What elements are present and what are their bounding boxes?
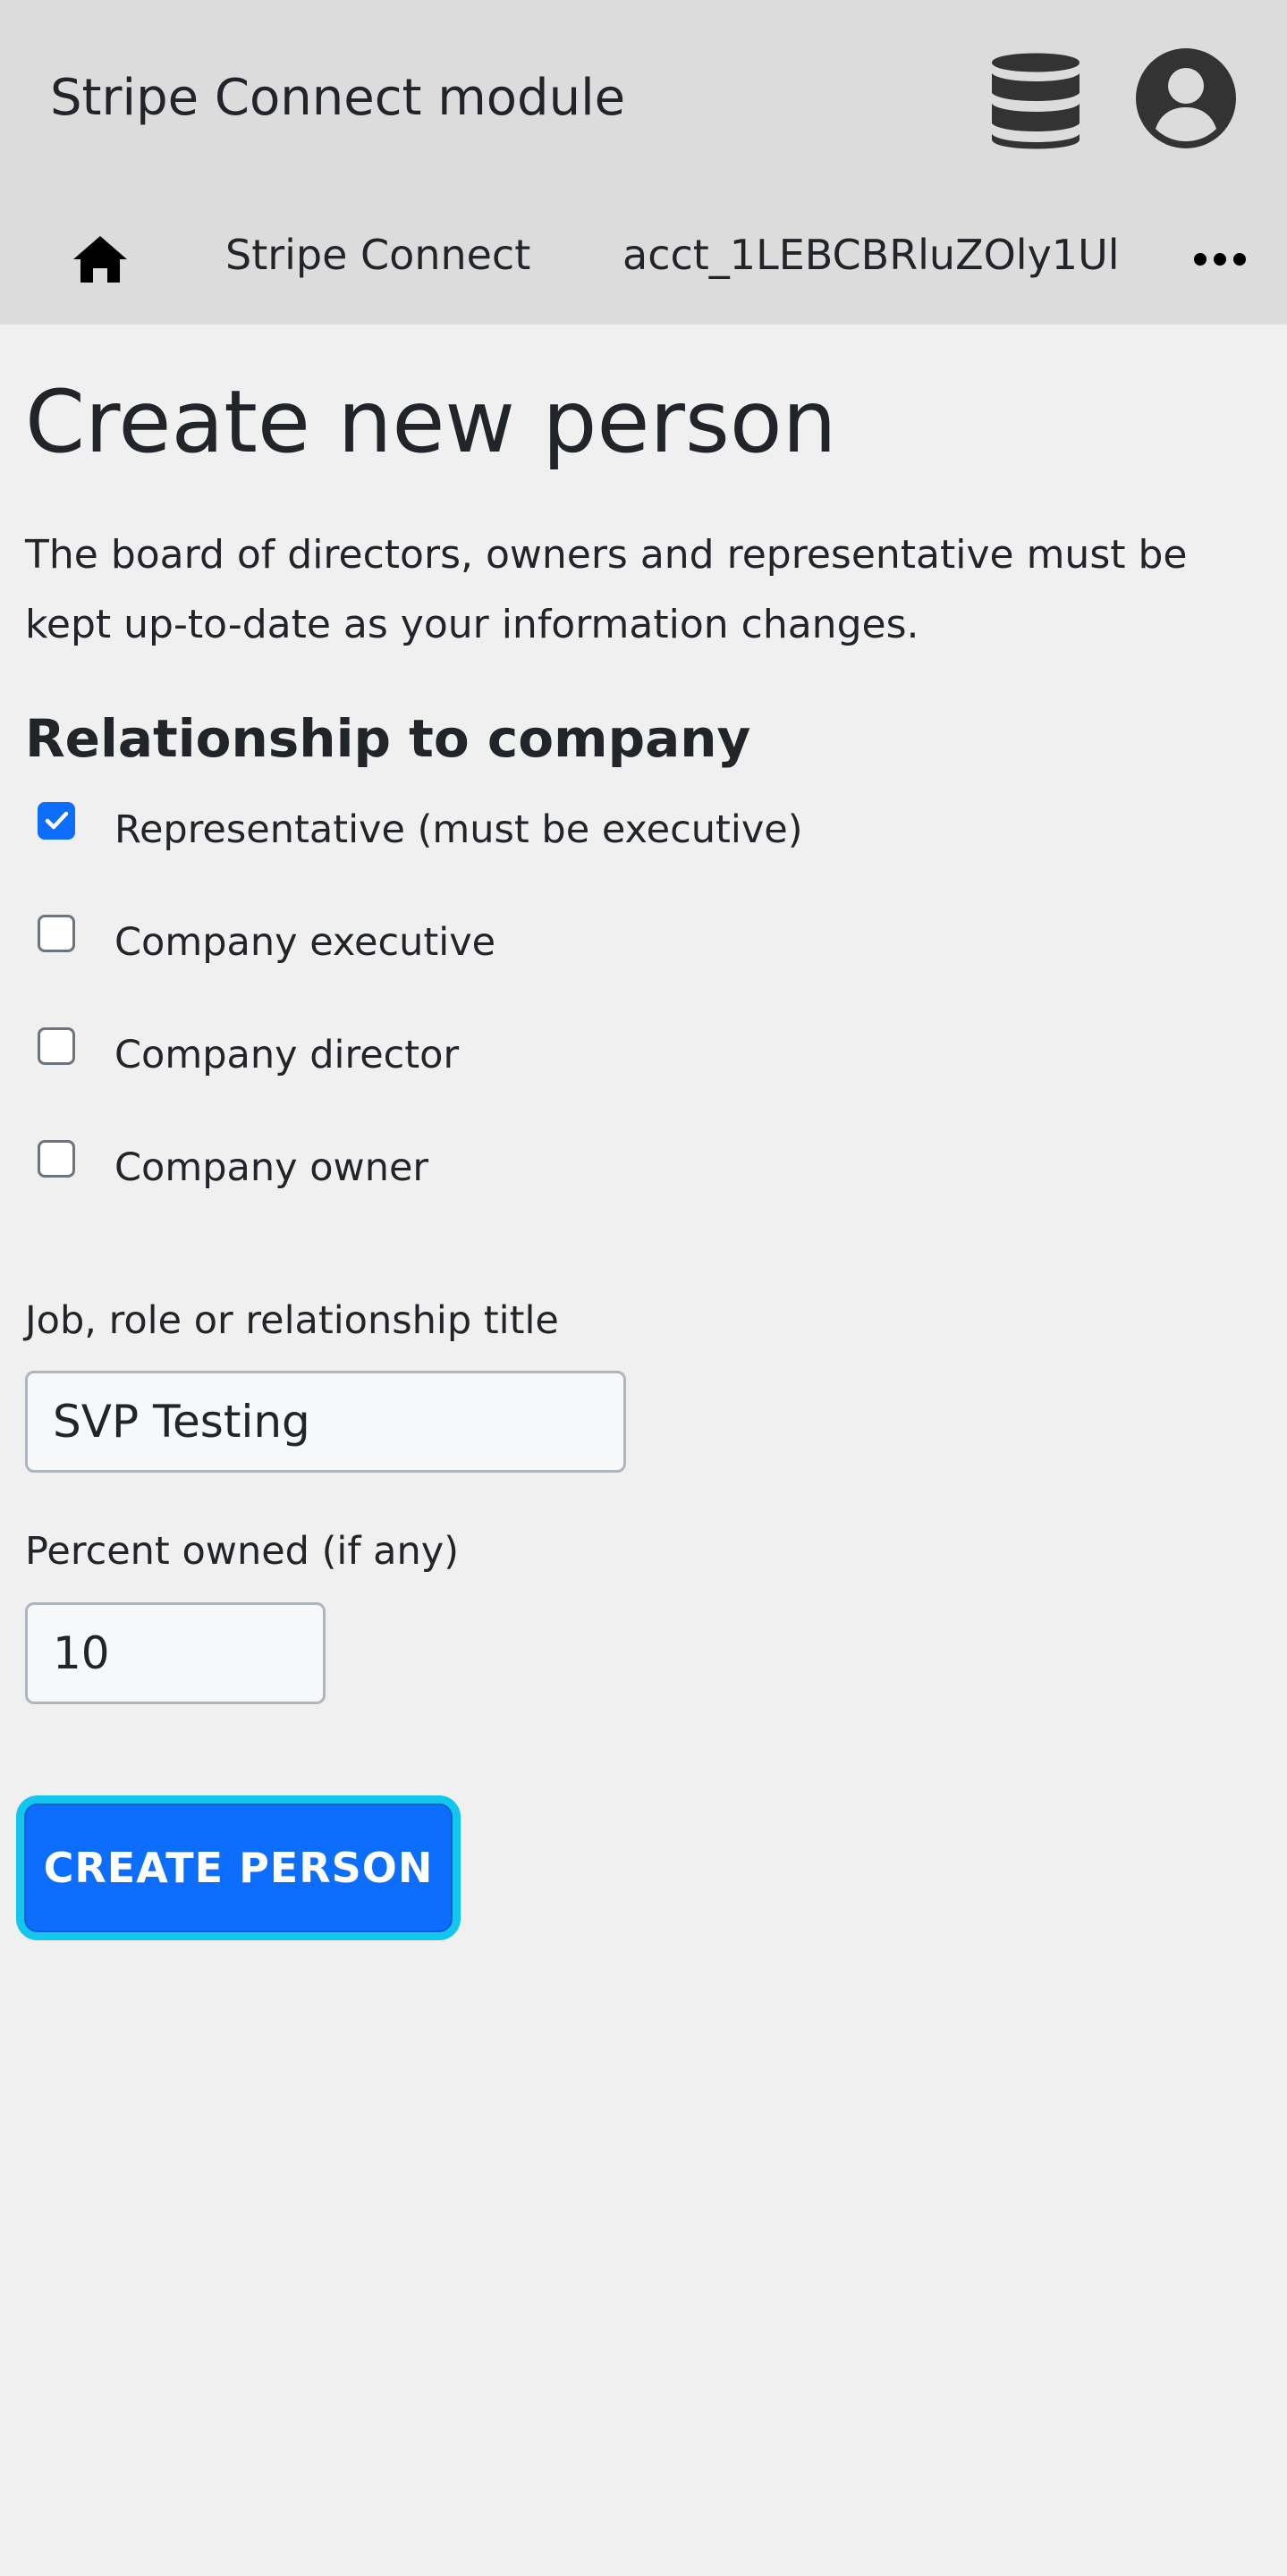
representative-checkbox[interactable]	[38, 802, 75, 840]
intro-text: The board of directors, owners and repre…	[25, 532, 1188, 647]
representative-label[interactable]: Representative (must be executive)	[114, 800, 803, 859]
percent-owned-input[interactable]	[25, 1602, 326, 1704]
database-icon[interactable]	[988, 46, 1083, 152]
top-header: Stripe Connect module Stripe Connect acc…	[0, 0, 1287, 325]
ellipsis-icon[interactable]	[1193, 250, 1247, 268]
job-title-label: Job, role or relationship title	[25, 1298, 559, 1343]
director-checkbox[interactable]	[38, 1027, 75, 1065]
home-icon[interactable]	[72, 234, 129, 284]
executive-label[interactable]: Company executive	[114, 913, 495, 972]
percent-owned-label: Percent owned (if any)	[25, 1529, 459, 1574]
director-label[interactable]: Company director	[114, 1026, 459, 1085]
user-circle-icon[interactable]	[1134, 46, 1238, 150]
relationship-heading: Relationship to company	[25, 708, 751, 769]
executive-checkbox[interactable]	[38, 915, 75, 952]
job-title-input[interactable]	[25, 1371, 626, 1473]
owner-checkbox[interactable]	[38, 1140, 75, 1178]
checkmark-icon	[45, 811, 69, 830]
owner-label[interactable]: Company owner	[114, 1138, 428, 1197]
breadcrumb-stripe-connect[interactable]: Stripe Connect	[225, 225, 530, 284]
create-person-button[interactable]: CREATE PERSON	[16, 1795, 461, 1940]
page-title: Create new person	[25, 372, 837, 472]
breadcrumb-account-id[interactable]: acct_1LEBCBRluZOly1Ul	[622, 225, 1120, 284]
app-title: Stripe Connect module	[50, 69, 626, 127]
